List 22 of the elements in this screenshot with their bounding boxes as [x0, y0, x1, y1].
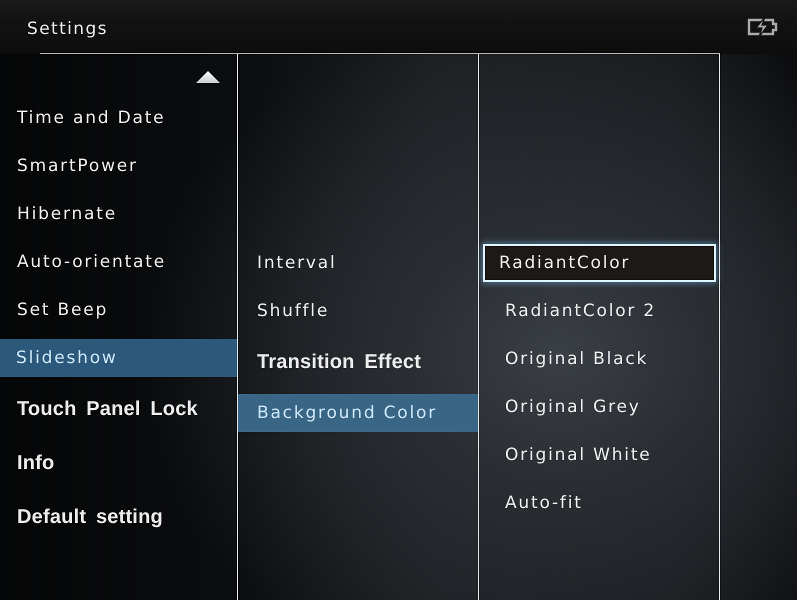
menu-item[interactable]: Touch Panel Lock [0, 387, 237, 431]
menu-item[interactable]: Auto-orientate [0, 243, 237, 281]
option-item[interactable]: RadiantColor [483, 244, 716, 282]
menu-item[interactable]: Time and Date [0, 99, 237, 137]
menu-item[interactable]: Hibernate [0, 195, 237, 233]
menu-item[interactable]: Info [0, 441, 237, 485]
submenu-item[interactable]: Shuffle [238, 292, 478, 330]
option-item[interactable]: RadiantColor 2 [483, 292, 716, 330]
up-triangle-icon[interactable] [196, 71, 220, 83]
submenu-item[interactable]: Background Color [238, 394, 478, 432]
option-item[interactable]: Original White [483, 436, 716, 474]
screen-title: Settings [27, 18, 108, 38]
menu-item[interactable]: Slideshow [0, 339, 237, 377]
menu-item[interactable]: Default setting [0, 495, 237, 539]
option-item[interactable]: Auto-fit [483, 484, 716, 522]
submenu-item[interactable]: Transition Effect [238, 340, 478, 384]
submenu-item[interactable]: Interval [238, 244, 478, 282]
option-item[interactable]: Original Grey [483, 388, 716, 426]
menu-item[interactable]: SmartPower [0, 147, 237, 185]
menu-item[interactable]: Set Beep [0, 291, 237, 329]
option-item[interactable]: Original Black [483, 340, 716, 378]
battery-charging-icon [746, 16, 778, 38]
